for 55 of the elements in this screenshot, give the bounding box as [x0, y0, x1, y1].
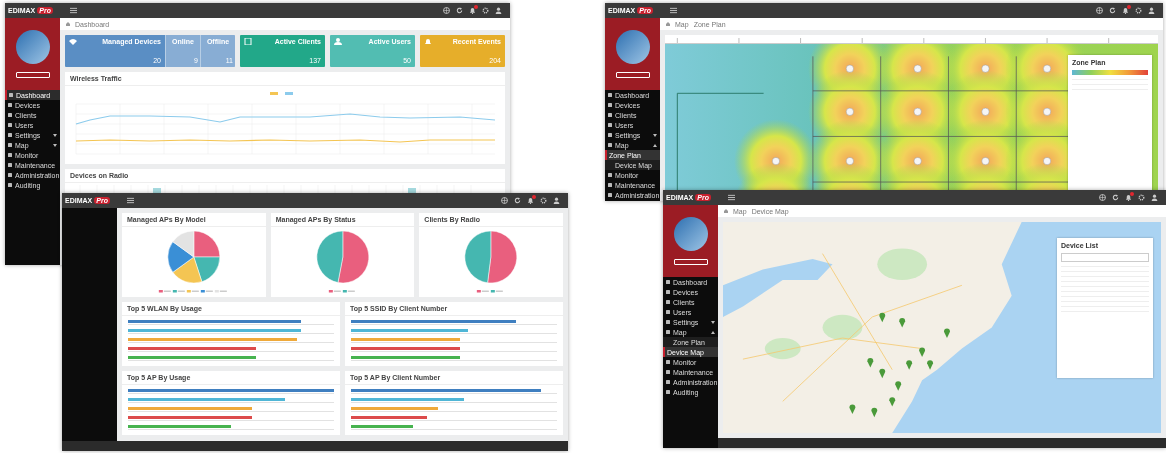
profile-button[interactable]	[15, 72, 50, 78]
settings-icon[interactable]	[482, 7, 489, 14]
refresh-icon[interactable]	[1112, 194, 1119, 201]
access-point-dot	[772, 157, 780, 166]
avatar-photo-placeholder	[15, 30, 50, 64]
access-point-dot	[845, 157, 854, 166]
access-point-dot	[981, 107, 990, 116]
globe-icon[interactable]	[1099, 194, 1106, 201]
bell-icon[interactable]	[527, 197, 534, 204]
access-point-dot	[1043, 64, 1051, 73]
tile-icon	[69, 38, 77, 45]
refresh-icon[interactable]	[1109, 7, 1116, 14]
user-icon[interactable]	[1148, 7, 1155, 14]
avatar-photo-placeholder	[673, 217, 708, 251]
menu-icon[interactable]	[728, 194, 735, 201]
tile-icon	[334, 38, 342, 45]
user-icon[interactable]	[1151, 194, 1158, 201]
globe-icon[interactable]	[501, 197, 508, 204]
notification-dot	[474, 5, 478, 9]
notification-dot	[1130, 192, 1134, 196]
globe-icon[interactable]	[443, 7, 450, 14]
access-point-dot	[1043, 157, 1051, 166]
access-point-dot	[845, 64, 854, 73]
menu-icon[interactable]	[670, 7, 677, 14]
access-point-dot	[913, 157, 922, 166]
settings-icon[interactable]	[540, 197, 547, 204]
tile-icon	[244, 38, 252, 45]
notification-dot	[532, 195, 536, 199]
user-icon[interactable]	[495, 7, 502, 14]
avatar-photo-placeholder	[615, 30, 650, 64]
profile-button[interactable]	[673, 259, 708, 265]
access-point-dot	[913, 107, 922, 116]
access-point-dot	[981, 64, 990, 73]
settings-icon[interactable]	[1138, 194, 1145, 201]
access-point-dot	[913, 64, 922, 73]
settings-icon[interactable]	[1135, 7, 1142, 14]
refresh-icon[interactable]	[456, 7, 463, 14]
notification-dot	[1127, 5, 1131, 9]
home-icon[interactable]	[724, 209, 728, 213]
tile-icon	[424, 38, 432, 45]
refresh-icon[interactable]	[514, 197, 521, 204]
access-point-dot	[1043, 107, 1051, 116]
user-icon[interactable]	[553, 197, 560, 204]
home-icon[interactable]	[666, 22, 670, 26]
menu-icon[interactable]	[70, 7, 77, 14]
profile-button[interactable]	[615, 72, 650, 78]
menu-icon[interactable]	[127, 197, 134, 204]
search-field[interactable]	[1061, 253, 1149, 262]
globe-icon[interactable]	[1096, 7, 1103, 14]
bell-icon[interactable]	[469, 7, 476, 14]
home-icon[interactable]	[66, 22, 70, 26]
bell-icon[interactable]	[1122, 7, 1129, 14]
bell-icon[interactable]	[1125, 194, 1132, 201]
access-point-dot	[845, 107, 854, 116]
access-point-dot	[981, 157, 990, 166]
